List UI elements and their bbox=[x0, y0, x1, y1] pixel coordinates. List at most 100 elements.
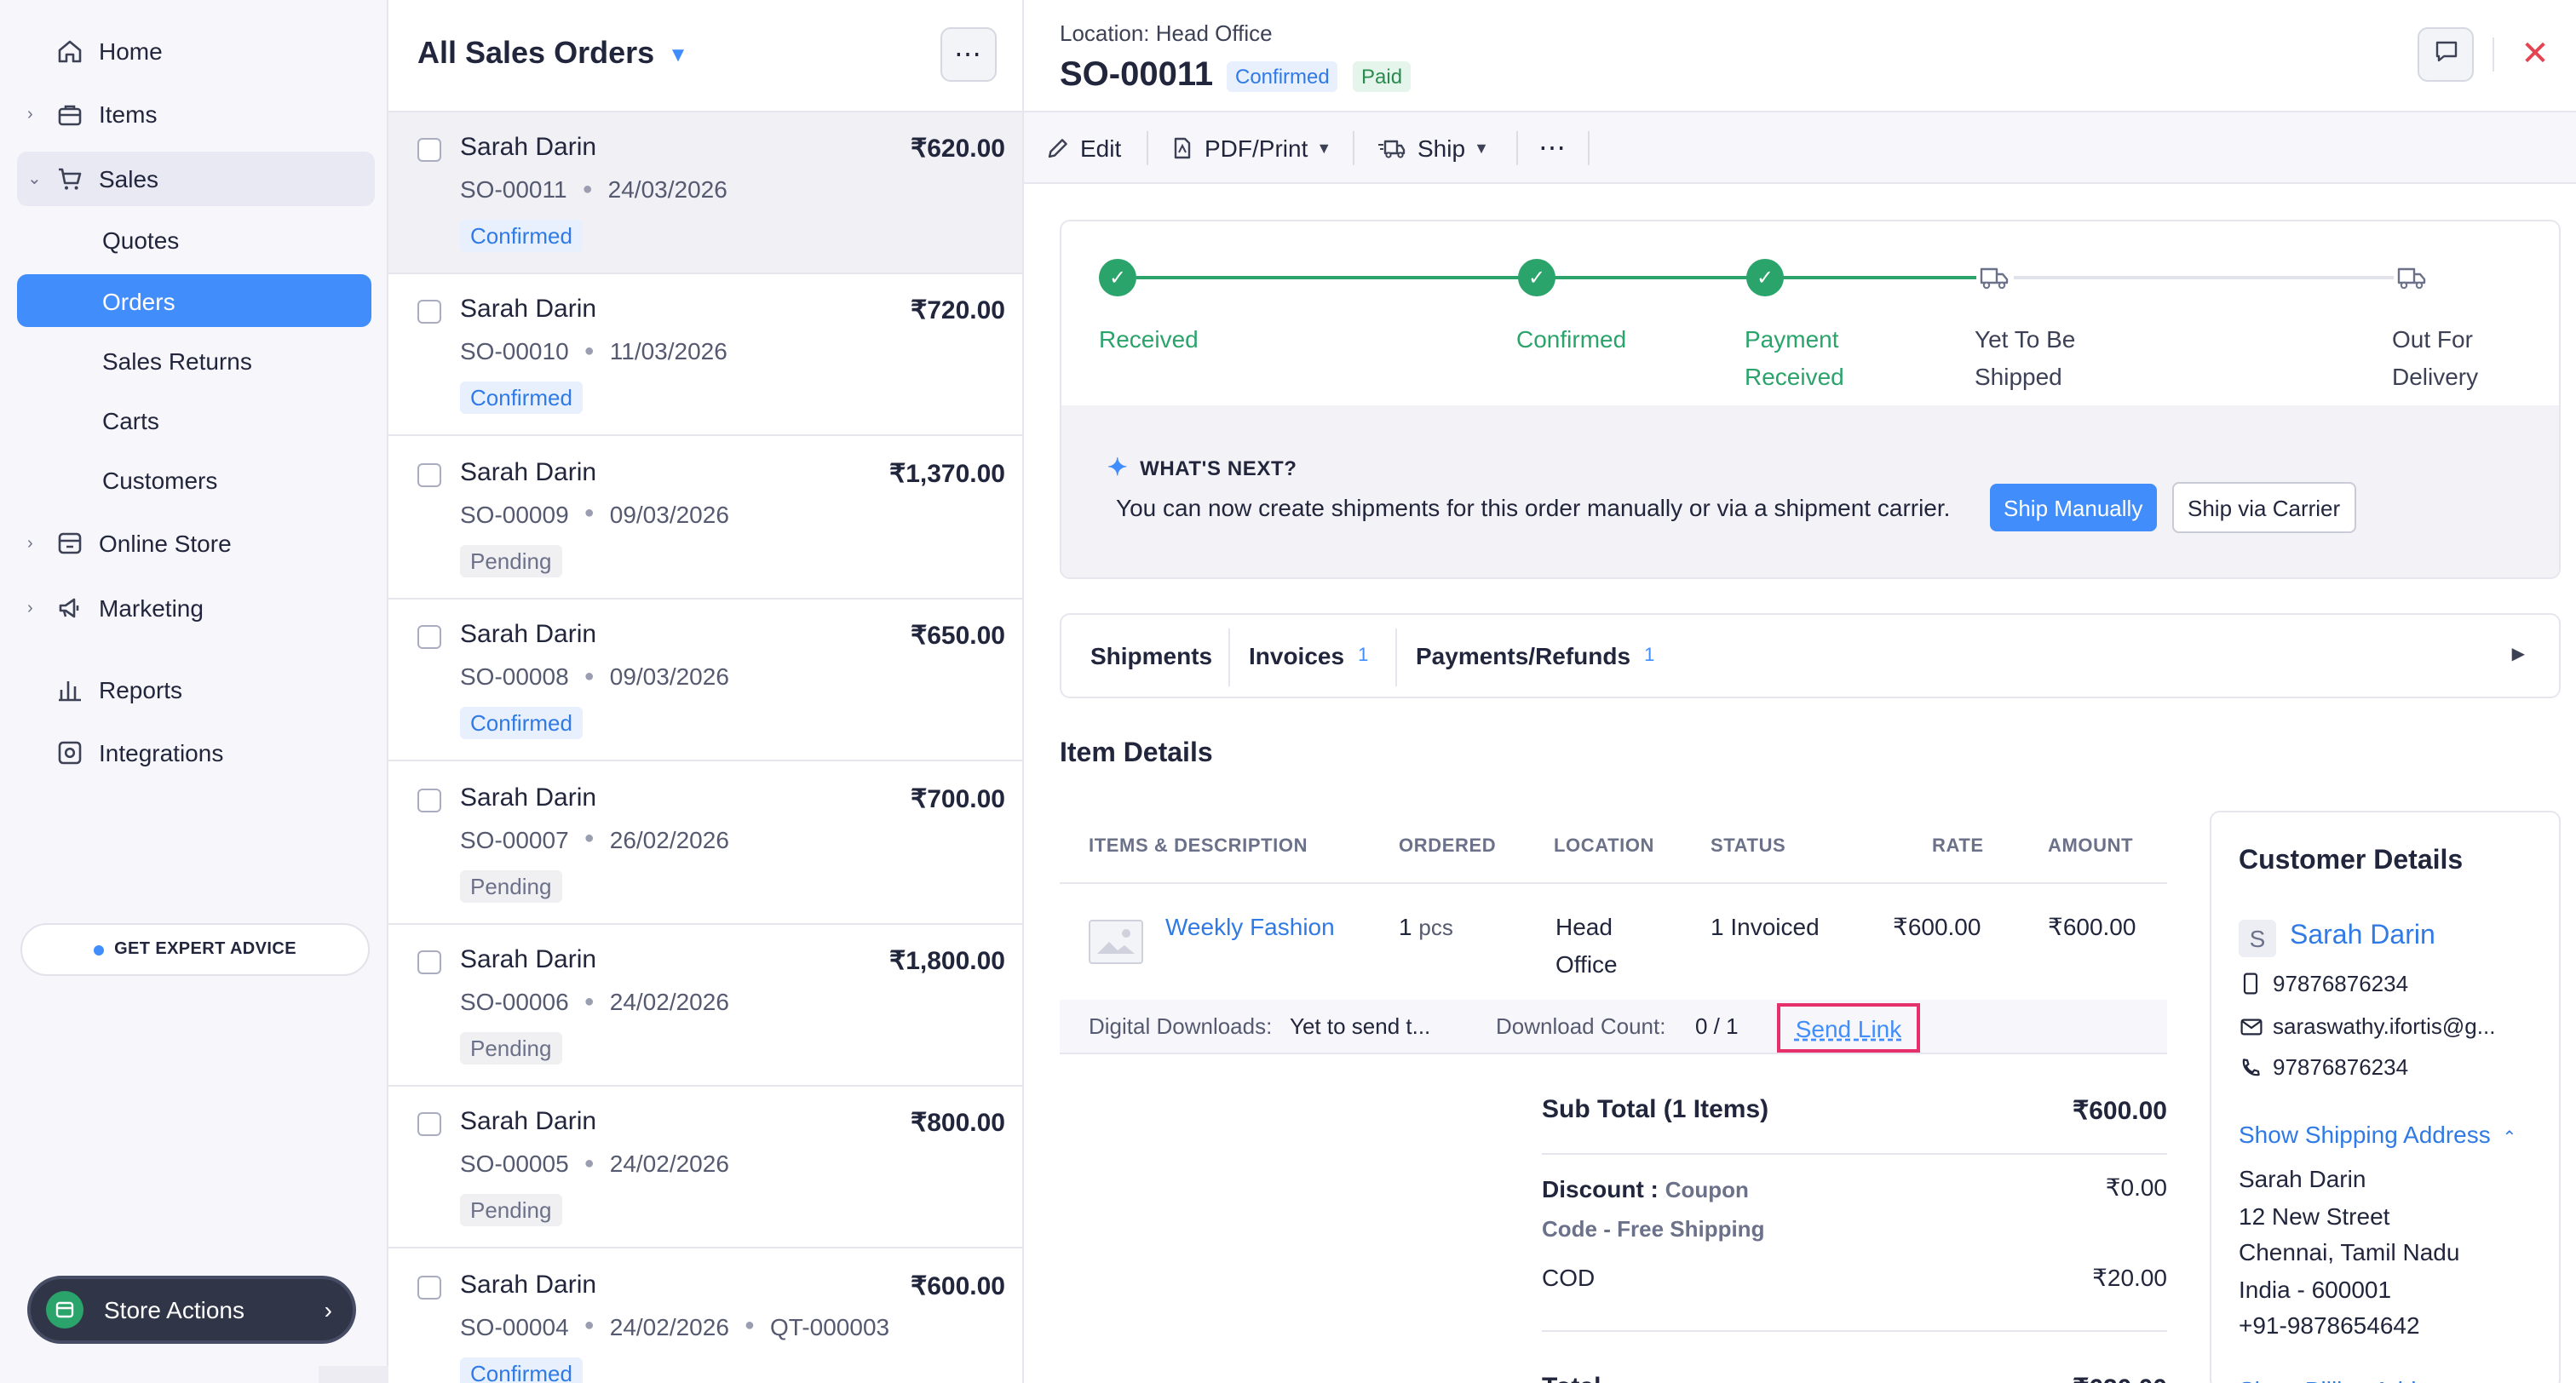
comments-button[interactable] bbox=[2418, 27, 2474, 82]
table-row[interactable]: Sarah Darin ₹650.00 SO-00008 ● 09/03/2026 Con… bbox=[388, 600, 1022, 762]
row-checkbox[interactable] bbox=[417, 950, 441, 974]
collapse-sidebar-button[interactable]: ⇇ bbox=[319, 1366, 388, 1383]
table-row[interactable]: Sarah Darin ₹720.00 SO-00010 ● 11/03/2026 Con… bbox=[388, 275, 1022, 437]
sidebar-item-items[interactable]: › Items bbox=[17, 87, 375, 141]
bullet-separator: ● bbox=[584, 829, 595, 849]
row-checkbox[interactable] bbox=[417, 1112, 441, 1137]
chevron-right-icon[interactable]: › bbox=[27, 105, 44, 123]
list-view-selector[interactable]: All Sales Orders ▼ bbox=[417, 36, 688, 72]
mail-icon bbox=[2239, 1018, 2263, 1035]
column-header: RATE bbox=[1932, 836, 1984, 857]
whats-next-box: ✦ WHAT'S NEXT? You can now create shipme… bbox=[1061, 405, 2559, 577]
order-date: 24/02/2026 bbox=[609, 1312, 729, 1340]
customer-name-link[interactable]: Sarah Darin bbox=[2290, 921, 2435, 952]
divider bbox=[1516, 131, 1518, 165]
bullet-separator: ● bbox=[744, 1317, 755, 1336]
step-label-line: Delivery bbox=[2392, 363, 2479, 390]
order-meta: SO-00004 ● 24/02/2026 ● QT-000003 bbox=[460, 1313, 889, 1340]
discount-label: Discount : bbox=[1542, 1175, 1659, 1202]
order-number: SO-00005 bbox=[460, 1150, 569, 1178]
tab-invoices[interactable]: Invoices 1 bbox=[1249, 615, 1368, 697]
show-billing-address-toggle[interactable]: Show Billing Address ⌄ bbox=[2239, 1376, 2487, 1383]
get-expert-advice-button[interactable]: GET EXPERT ADVICE bbox=[20, 923, 370, 976]
step-received-check-icon: ✓ bbox=[1099, 259, 1136, 296]
pdf-print-button[interactable]: PDF/Print ▼ bbox=[1170, 112, 1331, 184]
sidebar-item-reports[interactable]: Reports bbox=[17, 663, 375, 717]
address-line: Chennai, Tamil Nadu bbox=[2239, 1238, 2460, 1265]
more-actions-button[interactable]: ⋯ bbox=[1538, 112, 1566, 184]
sidebar-item-home[interactable]: Home bbox=[17, 24, 375, 78]
bar-chart-icon bbox=[55, 674, 85, 705]
sidebar-item-online-store[interactable]: › Online Store bbox=[17, 516, 375, 571]
sidebar-subitem-quotes[interactable]: Quotes bbox=[17, 213, 371, 266]
step-confirmed-check-icon: ✓ bbox=[1518, 259, 1555, 296]
item-rate: ₹600.00 bbox=[1893, 913, 1981, 940]
sidebar-subitem-orders[interactable]: Orders bbox=[17, 274, 371, 327]
address-line: Sarah Darin bbox=[2239, 1165, 2366, 1192]
close-button[interactable]: ✕ bbox=[2516, 34, 2554, 72]
status-badge: Pending bbox=[460, 1032, 562, 1065]
step-label-received: Received bbox=[1099, 325, 1199, 353]
whats-next-text: You can now create shipments for this or… bbox=[1116, 494, 1951, 521]
bullet-separator: ● bbox=[584, 992, 595, 1011]
expand-arrow-icon[interactable]: ▶ bbox=[2512, 646, 2525, 664]
more-options-button[interactable]: ⋯ bbox=[940, 27, 997, 82]
tab-payments-refunds[interactable]: Payments/Refunds 1 bbox=[1416, 615, 1654, 697]
sidebar-item-marketing[interactable]: › Marketing bbox=[17, 581, 375, 635]
discount-note: Coupon bbox=[1665, 1177, 1749, 1202]
ship-label: Ship bbox=[1417, 135, 1466, 162]
edit-button[interactable]: Edit bbox=[1046, 112, 1121, 184]
sidebar-item-integrations[interactable]: Integrations bbox=[17, 726, 375, 780]
customer-mobile: 97876876234 bbox=[2239, 971, 2408, 996]
ship-via-carrier-button[interactable]: Ship via Carrier bbox=[2172, 482, 2356, 533]
order-amount: ₹1,370.00 bbox=[889, 459, 1005, 489]
column-header: ORDERED bbox=[1399, 836, 1497, 857]
send-link-button[interactable]: Send Link bbox=[1777, 1003, 1920, 1053]
sidebar-item-sales[interactable]: ⌄ Sales bbox=[17, 152, 375, 206]
row-checkbox[interactable] bbox=[417, 625, 441, 650]
chevron-down-icon[interactable]: ⌄ bbox=[27, 169, 44, 188]
bullet-separator: ● bbox=[584, 1317, 595, 1336]
comment-icon bbox=[2432, 37, 2459, 72]
table-row[interactable]: Sarah Darin ₹620.00 SO-00011 ● 24/03/2026 Con… bbox=[388, 112, 1022, 274]
row-checkbox[interactable] bbox=[417, 138, 441, 162]
sidebar-subitem-carts[interactable]: Carts bbox=[17, 393, 371, 446]
whats-next-heading: ✦ WHAT'S NEXT? bbox=[1107, 453, 1297, 482]
digital-downloads-value: Yet to send t... bbox=[1290, 1013, 1431, 1039]
sidebar-subitem-sales-returns[interactable]: Sales Returns bbox=[17, 334, 371, 387]
item-name-link[interactable]: Weekly Fashion bbox=[1165, 908, 1335, 945]
row-checkbox[interactable] bbox=[417, 1275, 441, 1300]
digital-downloads-label: Digital Downloads: bbox=[1089, 1013, 1273, 1039]
chevron-right-icon[interactable]: › bbox=[27, 599, 44, 617]
divider bbox=[1542, 1330, 2167, 1332]
row-checkbox[interactable] bbox=[417, 788, 441, 812]
sidebar: Home › Items ⌄ Sales Quotes Orders Sales… bbox=[0, 0, 388, 1383]
step-label-line: Received bbox=[1745, 363, 1844, 390]
chevron-right-icon[interactable]: › bbox=[27, 534, 44, 553]
row-checkbox[interactable] bbox=[417, 462, 441, 487]
show-shipping-address-toggle[interactable]: Show Shipping Address ⌃ bbox=[2239, 1121, 2516, 1148]
order-meta: SO-00011 ● 24/03/2026 bbox=[460, 175, 727, 203]
row-checkbox[interactable] bbox=[417, 300, 441, 324]
items-icon bbox=[55, 99, 85, 129]
store-icon bbox=[55, 528, 85, 559]
table-row[interactable]: Sarah Darin ₹700.00 SO-00007 ● 26/02/2026 Pen… bbox=[388, 762, 1022, 925]
order-date: 09/03/2026 bbox=[609, 663, 729, 691]
store-actions-button[interactable]: Store Actions › bbox=[27, 1276, 356, 1344]
table-row[interactable]: Sarah Darin ₹1,370.00 SO-00009 ● 09/03/2026 P… bbox=[388, 438, 1022, 600]
sidebar-item-label: Home bbox=[99, 37, 163, 65]
ship-button[interactable]: Ship ▼ bbox=[1377, 112, 1489, 184]
table-row[interactable]: Sarah Darin ₹800.00 SO-00005 ● 24/02/2026 Pen… bbox=[388, 1087, 1022, 1249]
order-amount: ₹720.00 bbox=[911, 296, 1005, 326]
shipping-toggle-label: Show Shipping Address bbox=[2239, 1121, 2491, 1148]
home-icon bbox=[55, 36, 85, 66]
phone-value: 97876876234 bbox=[2273, 1054, 2409, 1080]
table-row[interactable]: Sarah Darin ₹600.00 SO-00004 ● 24/02/2026 ● QT… bbox=[388, 1250, 1022, 1383]
ship-manually-button[interactable]: Ship Manually bbox=[1990, 484, 2157, 531]
order-amount: ₹650.00 bbox=[911, 622, 1005, 651]
tab-shipments[interactable]: Shipments bbox=[1090, 615, 1212, 697]
bullet-separator: ● bbox=[584, 1154, 595, 1174]
table-row[interactable]: Sarah Darin ₹1,800.00 SO-00006 ● 24/02/2026 P… bbox=[388, 925, 1022, 1087]
store-actions-icon bbox=[46, 1291, 83, 1328]
sidebar-subitem-customers[interactable]: Customers bbox=[17, 453, 371, 506]
